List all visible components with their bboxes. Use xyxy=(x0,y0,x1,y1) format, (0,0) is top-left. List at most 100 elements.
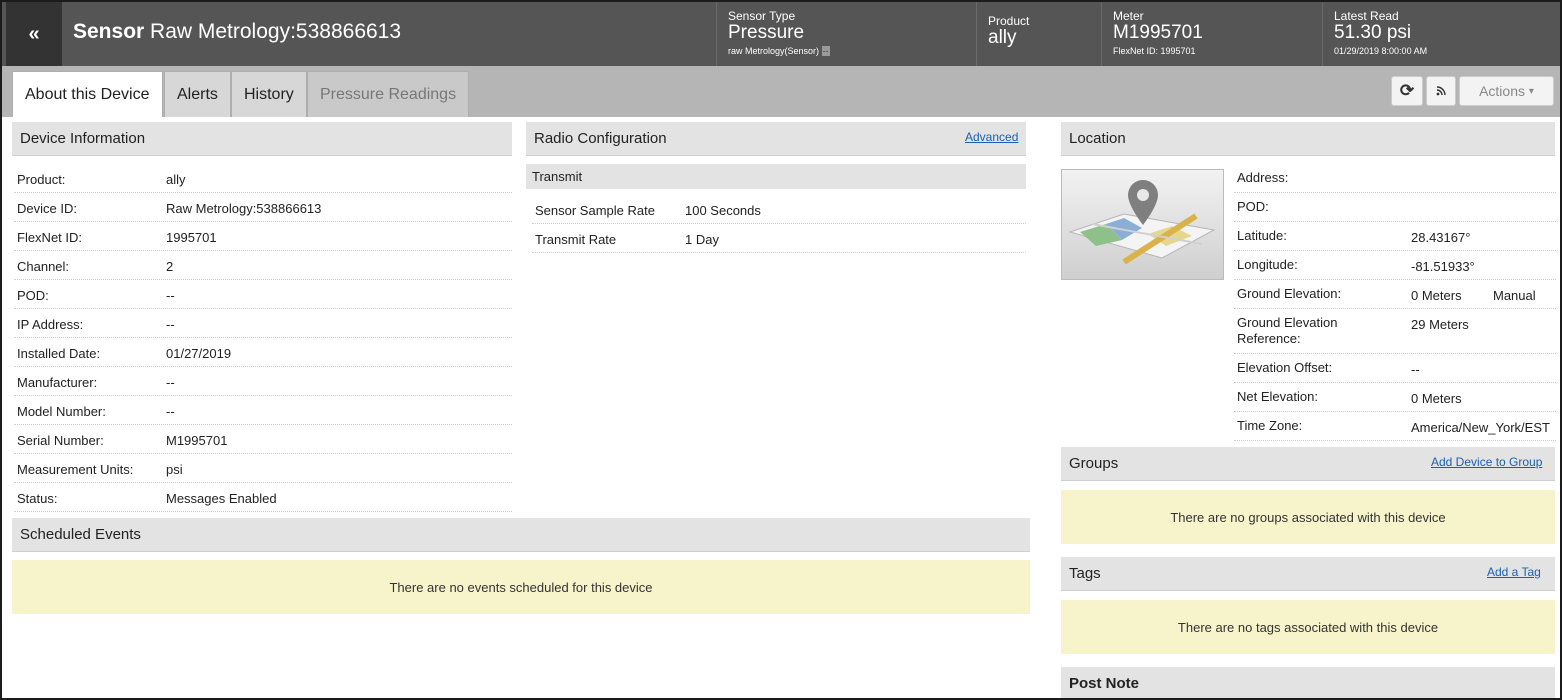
field-label: POD: xyxy=(1237,199,1269,214)
field-label: Status: xyxy=(17,491,58,506)
post-note-header: Post Note xyxy=(1061,667,1555,698)
field-value: 29 Meters xyxy=(1411,317,1469,332)
field-value: 0 Meters xyxy=(1411,391,1462,406)
header-meter: Meter M1995701 FlexNet ID: 1995701 xyxy=(1101,2,1322,66)
field-value: -- xyxy=(166,404,175,419)
list-item: Manufacturer: -- xyxy=(14,367,512,396)
field-label: Installed Date: xyxy=(17,346,101,361)
actions-dropdown[interactable]: Actions ▾ xyxy=(1459,76,1554,106)
field-value: psi xyxy=(166,462,183,477)
tab-alerts[interactable]: Alerts xyxy=(164,71,231,117)
field-label: Net Elevation: xyxy=(1237,389,1318,404)
list-item: Address: xyxy=(1234,164,1556,193)
field-extra: Manual xyxy=(1493,288,1536,303)
field-value: Messages Enabled xyxy=(166,491,277,506)
scheduled-events-empty: There are no events scheduled for this d… xyxy=(12,560,1030,614)
field-value: -- xyxy=(166,375,175,390)
groups-empty: There are no groups associated with this… xyxy=(1061,490,1555,544)
list-item: Serial Number: M1995701 xyxy=(14,425,512,454)
transmit-subheader: Transmit xyxy=(526,164,1026,189)
scheduled-events-header: Scheduled Events xyxy=(12,518,1030,552)
add-a-tag-link[interactable]: Add a Tag xyxy=(1487,565,1541,579)
field-value: ally xyxy=(166,172,186,187)
field-label: Ground Elevation: xyxy=(1237,286,1342,301)
advanced-link[interactable]: Advanced xyxy=(965,130,1018,144)
tab-bar: About this Device Alerts History Pressur… xyxy=(2,66,1560,117)
status-badge: -- xyxy=(821,46,830,56)
header-latest-read: Latest Read 51.30 psi 01/29/2019 8:00:00… xyxy=(1322,2,1560,66)
list-item: Latitude: 28.43167° xyxy=(1234,222,1556,251)
field-value: Raw Metrology:538866613 xyxy=(166,201,322,216)
field-value: 0 Meters xyxy=(1411,288,1462,303)
field-value: -- xyxy=(1411,362,1420,377)
field-label: Product: xyxy=(17,172,66,187)
map-pin-icon xyxy=(1062,170,1223,279)
header-sensor-type: Sensor Type Pressure raw Metrology(Senso… xyxy=(716,2,976,66)
field-label: Address: xyxy=(1237,170,1289,185)
refresh-button[interactable]: ⟳ xyxy=(1391,76,1423,106)
radio-configuration-header: Radio Configuration xyxy=(526,122,1026,156)
field-label: Time Zone: xyxy=(1237,418,1303,433)
add-device-to-group-link[interactable]: Add Device to Group xyxy=(1431,455,1542,469)
field-label: POD: xyxy=(17,288,49,303)
page-header: « Sensor Raw Metrology:538866613 Sensor … xyxy=(2,2,1560,66)
rss-icon xyxy=(1436,86,1446,96)
rss-button[interactable] xyxy=(1426,76,1456,106)
field-label: Elevation Offset: xyxy=(1237,360,1333,375)
tags-header: Tags xyxy=(1061,557,1555,591)
field-label: Channel: xyxy=(17,259,70,274)
field-value: -- xyxy=(166,288,175,303)
field-value: 2 xyxy=(166,259,174,274)
refresh-icon: ⟳ xyxy=(1399,81,1415,100)
map-thumbnail[interactable] xyxy=(1061,169,1224,280)
list-item: Channel: 2 xyxy=(14,251,512,280)
field-value: 1995701 xyxy=(166,230,217,245)
field-label: Sensor Sample Rate xyxy=(535,203,655,218)
field-label: Manufacturer: xyxy=(17,375,98,390)
field-value: 01/27/2019 xyxy=(166,346,232,361)
back-button[interactable]: « xyxy=(6,2,62,66)
list-item: Model Number: -- xyxy=(14,396,512,425)
page-title: Sensor Raw Metrology:538866613 xyxy=(73,20,402,43)
field-value: M1995701 xyxy=(166,433,228,448)
field-label: Serial Number: xyxy=(17,433,104,448)
list-item: Transmit Rate 1 Day xyxy=(532,224,1026,253)
tab-about-this-device[interactable]: About this Device xyxy=(12,71,163,117)
field-value: -- xyxy=(166,317,175,332)
list-item: POD: -- xyxy=(14,280,512,309)
list-item: Measurement Units: psi xyxy=(14,454,512,483)
list-item: Longitude: -81.51933° xyxy=(1234,251,1556,280)
field-label: Longitude: xyxy=(1237,257,1298,272)
tags-empty: There are no tags associated with this d… xyxy=(1061,600,1555,654)
list-item: Product: ally xyxy=(14,164,512,193)
field-label: IP Address: xyxy=(17,317,84,332)
list-item: Status: Messages Enabled xyxy=(14,483,512,512)
tab-history[interactable]: History xyxy=(231,71,307,117)
list-item: Sensor Sample Rate 100 Seconds xyxy=(532,195,1026,224)
tab-pressure-readings[interactable]: Pressure Readings xyxy=(307,71,470,117)
field-value: -81.51933° xyxy=(1411,259,1475,274)
header-product: Product ally xyxy=(976,2,1101,66)
field-value: America/New_York/EST xyxy=(1411,420,1550,435)
field-label: Transmit Rate xyxy=(535,232,617,247)
double-chevron-left-icon: « xyxy=(28,22,40,45)
list-item: Time Zone: America/New_York/EST xyxy=(1234,412,1556,441)
field-label: FlexNet ID: xyxy=(17,230,83,245)
field-label: Ground Elevation Reference: xyxy=(1237,315,1338,346)
field-value: 100 Seconds xyxy=(685,203,761,218)
device-page: « Sensor Raw Metrology:538866613 Sensor … xyxy=(0,0,1562,700)
list-item: IP Address: -- xyxy=(14,309,512,338)
list-item: Elevation Offset: -- xyxy=(1234,354,1556,383)
list-item: Installed Date: 01/27/2019 xyxy=(14,338,512,367)
device-information-header: Device Information xyxy=(12,122,512,156)
list-item: POD: xyxy=(1234,193,1556,222)
field-value: 1 Day xyxy=(685,232,719,247)
caret-down-icon: ▾ xyxy=(1528,85,1534,97)
field-label: Latitude: xyxy=(1237,228,1287,243)
list-item: Ground Elevation Reference: 29 Meters xyxy=(1234,309,1556,354)
field-label: Model Number: xyxy=(17,404,106,419)
list-item: Ground Elevation: 0 Meters Manual xyxy=(1234,280,1556,309)
field-value: 28.43167° xyxy=(1411,230,1471,245)
field-label: Device ID: xyxy=(17,201,77,216)
field-label: Measurement Units: xyxy=(17,462,134,477)
